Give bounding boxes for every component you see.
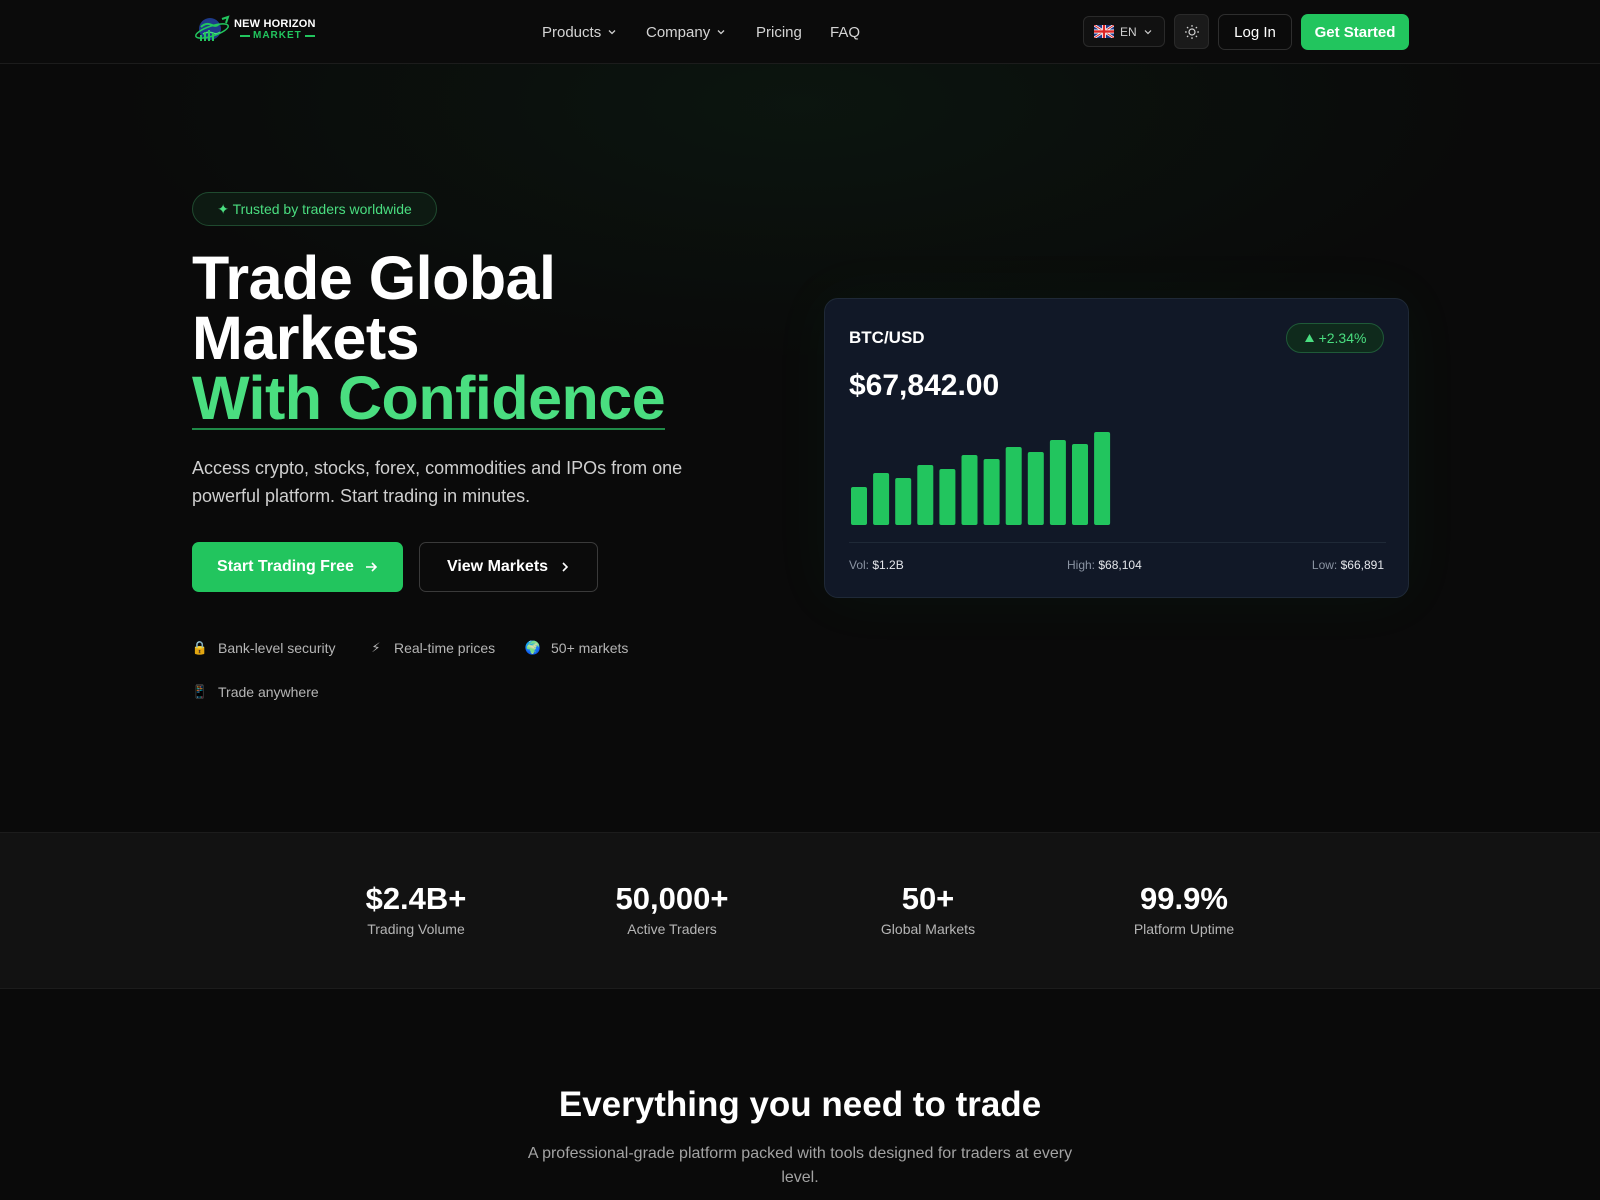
- feature-security: 🔒 Bank-level security: [192, 640, 336, 656]
- low-value: $66,891: [1340, 558, 1384, 572]
- volume-label: Vol:: [849, 558, 870, 572]
- feature-markets: 🌍 50+ markets: [524, 640, 629, 656]
- triangle-up-icon: [1304, 334, 1314, 342]
- stat-label: Platform Uptime: [1133, 921, 1235, 937]
- stat-platform-uptime: 99.9% Platform Uptime: [1074, 881, 1294, 937]
- login-button[interactable]: Log In: [1218, 14, 1292, 50]
- nav-faq-label: FAQ: [830, 23, 861, 41]
- sun-icon: [1184, 24, 1199, 39]
- chevron-right-icon: [562, 562, 569, 572]
- start-trading-button[interactable]: Start Trading Free: [192, 542, 403, 592]
- brand-name-line1: NEW HORIZON: [234, 18, 316, 30]
- view-markets-label: View Markets: [446, 558, 549, 575]
- nav-products[interactable]: Products: [542, 20, 646, 44]
- stat-value: $2.4B+: [365, 881, 467, 916]
- feature-realtime: ⚡ Real-time prices: [368, 640, 495, 656]
- trust-badge: ✦ Trusted by traders worldwide: [192, 192, 437, 226]
- price-bar: [895, 478, 912, 525]
- trust-badge-label: ✦ Trusted by traders worldwide: [217, 200, 412, 217]
- hero-title-line2: Markets: [192, 304, 420, 372]
- high-stat: High: $68,104: [1067, 558, 1142, 572]
- card-divider: [849, 542, 1386, 543]
- price-bar: [873, 473, 890, 525]
- stats-band: $2.4B+ Trading Volume 50,000+ Active Tra…: [0, 832, 1600, 989]
- price-bar: [1049, 440, 1066, 525]
- brand-name-line2: MARKET: [253, 30, 302, 41]
- current-price: $67,842.00: [849, 369, 1000, 402]
- globe-icon: 🌍: [524, 640, 542, 655]
- nav-faq[interactable]: FAQ: [830, 20, 860, 44]
- hero-title-line1: Trade Global: [192, 244, 556, 312]
- chevron-down-icon: [717, 30, 725, 35]
- features-section-title: Everything you need to trade: [558, 1085, 1042, 1124]
- stat-global-markets: 50+ Global Markets: [818, 881, 1038, 937]
- theme-toggle-button[interactable]: [1174, 14, 1209, 49]
- brand-logo[interactable]: NEW HORIZON MARKET: [194, 13, 324, 47]
- nav-company[interactable]: Company: [646, 20, 756, 44]
- feature-label: 50+ markets: [551, 640, 629, 656]
- price-bar-chart: [851, 432, 1111, 525]
- globe-logo-icon: [194, 13, 232, 47]
- volume-stat: Vol: $1.2B: [849, 558, 904, 572]
- feature-label: Bank-level security: [218, 640, 336, 656]
- high-label: High:: [1067, 558, 1096, 572]
- stat-active-traders: 50,000+ Active Traders: [562, 881, 782, 937]
- low-label: Low:: [1311, 558, 1338, 572]
- nav-products-label: Products: [542, 23, 602, 41]
- start-trading-label: Start Trading Free: [217, 558, 354, 575]
- phone-icon: 📱: [191, 684, 209, 699]
- chevron-down-icon: [1144, 29, 1152, 34]
- uk-flag-icon: [1094, 25, 1114, 38]
- price-bar: [917, 465, 934, 525]
- price-bar: [1072, 444, 1088, 525]
- price-bar: [1027, 452, 1044, 525]
- stat-label: Active Traders: [627, 921, 717, 937]
- price-change-badge: +2.34%: [1286, 323, 1384, 353]
- arrow-right-icon: [365, 562, 378, 572]
- stat-value: 50+: [901, 881, 955, 916]
- hero-subtitle: Access crypto, stocks, forex, commoditie…: [192, 458, 683, 506]
- features-section-subtitle: A professional-grade platform packed wit…: [527, 1145, 1073, 1186]
- language-code: EN: [1120, 24, 1137, 39]
- get-started-button[interactable]: Get Started: [1301, 14, 1409, 50]
- price-bar: [851, 487, 867, 525]
- view-markets-button[interactable]: View Markets: [419, 542, 598, 592]
- price-bar: [961, 455, 978, 525]
- volume-value: $1.2B: [872, 558, 904, 572]
- stat-trading-volume: $2.4B+ Trading Volume: [306, 881, 526, 937]
- feature-label: Trade anywhere: [218, 684, 319, 700]
- low-stat: Low: $66,891: [1312, 558, 1384, 572]
- language-selector[interactable]: EN: [1083, 16, 1165, 47]
- price-bar: [1005, 447, 1022, 525]
- nav-pricing-label: Pricing: [756, 23, 802, 41]
- stat-label: Global Markets: [880, 921, 976, 937]
- price-bar: [939, 469, 956, 525]
- stat-label: Trading Volume: [367, 921, 465, 937]
- price-bar: [1094, 432, 1111, 525]
- nav-pricing[interactable]: Pricing: [756, 20, 830, 44]
- high-value: $68,104: [1098, 558, 1142, 572]
- btc-price-card[interactable]: BTC/USD +2.34% $67,842.00 Vol: $1.2B Hig…: [824, 298, 1409, 598]
- top-nav: NEW HORIZON MARKET Products Company Pric…: [0, 0, 1600, 64]
- price-bar: [983, 459, 1000, 525]
- hero-title: Trade Global Markets With Confidence: [192, 248, 732, 430]
- price-change-value: +2.34%: [1318, 330, 1367, 346]
- trading-pair: BTC/USD: [849, 328, 925, 347]
- stat-value: 50,000+: [615, 881, 729, 916]
- lock-icon: 🔒: [191, 640, 209, 655]
- feature-anywhere: 📱 Trade anywhere: [192, 684, 319, 700]
- chevron-down-icon: [608, 30, 616, 35]
- stat-value: 99.9%: [1140, 881, 1228, 916]
- nav-company-label: Company: [646, 23, 711, 41]
- lightning-icon: ⚡: [371, 640, 381, 655]
- hero-title-accent: With Confidence: [192, 364, 666, 432]
- feature-label: Real-time prices: [394, 640, 496, 656]
